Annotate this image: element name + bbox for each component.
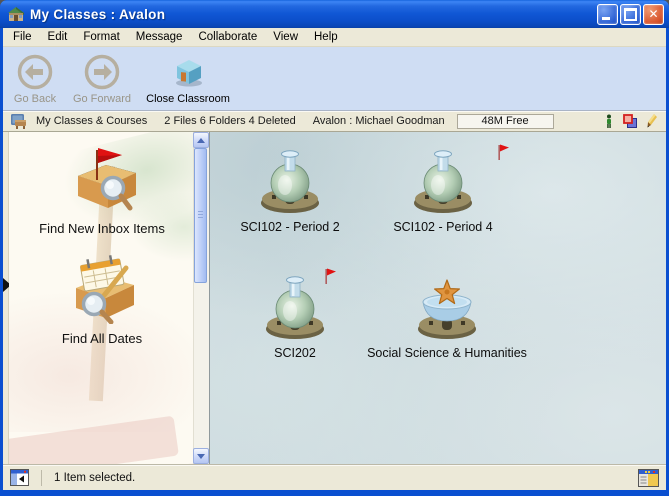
sidebar-pane: Find New Inbox Items bbox=[9, 132, 209, 464]
chevron-up-icon bbox=[197, 138, 205, 143]
bowl-starfish-classroom-icon bbox=[411, 272, 483, 340]
content-area: Find New Inbox Items bbox=[3, 132, 666, 464]
app-window: My Classes : Avalon File Edit Format Mes… bbox=[0, 0, 669, 496]
go-forward-label: Go Forward bbox=[73, 93, 131, 105]
sidebar-item-label: Find All Dates bbox=[11, 331, 193, 346]
class-item-sci102-period-4[interactable]: SCI102 - Period 4 bbox=[368, 146, 518, 234]
info-bar: My Classes & Courses 2 Files 6 Folders 4… bbox=[3, 111, 666, 132]
menu-message[interactable]: Message bbox=[128, 29, 191, 45]
go-back-label: Go Back bbox=[14, 93, 56, 105]
inbox-search-icon bbox=[56, 144, 148, 214]
sidebar-item-find-new-inbox-items[interactable]: Find New Inbox Items bbox=[11, 144, 193, 236]
close-classroom-button[interactable]: Close Classroom bbox=[140, 50, 236, 106]
maximize-button[interactable] bbox=[620, 4, 641, 25]
status-bar: 1 Item selected. bbox=[3, 464, 666, 490]
menu-collaborate[interactable]: Collaborate bbox=[190, 29, 265, 45]
classroom-building-icon bbox=[170, 51, 206, 93]
classroom-desk-icon bbox=[10, 114, 29, 129]
class-item-sci102-period-2[interactable]: SCI102 - Period 2 bbox=[215, 146, 365, 234]
title-bar: My Classes : Avalon bbox=[0, 0, 669, 28]
flask-classroom-icon bbox=[259, 272, 331, 340]
menu-edit[interactable]: Edit bbox=[40, 29, 76, 45]
statusbar-divider bbox=[41, 470, 42, 486]
go-forward-button[interactable]: Go Forward bbox=[64, 50, 140, 106]
menu-format[interactable]: Format bbox=[75, 29, 127, 45]
class-item-label: SCI102 - Period 4 bbox=[368, 220, 518, 234]
infobar-identity: Avalon : Michael Goodman bbox=[313, 115, 445, 127]
user-icon[interactable] bbox=[604, 114, 614, 129]
free-space-meter: 48M Free bbox=[457, 114, 554, 129]
class-item-label: Social Science & Humanities bbox=[347, 346, 547, 360]
sidebar-item-label: Find New Inbox Items bbox=[11, 221, 193, 236]
layout-view-icon[interactable] bbox=[638, 469, 659, 487]
flag-icon bbox=[497, 144, 510, 161]
flask-classroom-icon bbox=[407, 146, 479, 214]
infobar-counts: 2 Files 6 Folders 4 Deleted bbox=[164, 115, 295, 127]
infobar-location: My Classes & Courses bbox=[36, 115, 147, 127]
scrollbar-thumb[interactable] bbox=[194, 148, 207, 283]
free-space-label: 48M Free bbox=[482, 115, 529, 127]
close-button[interactable] bbox=[643, 4, 664, 25]
window-title: My Classes : Avalon bbox=[30, 7, 597, 22]
calendar-search-icon bbox=[56, 252, 148, 324]
class-item-social-science-humanities[interactable]: Social Science & Humanities bbox=[347, 272, 547, 360]
sidebar-scrollbar[interactable] bbox=[193, 132, 209, 464]
pencil-icon[interactable] bbox=[647, 114, 658, 129]
window-controls bbox=[597, 4, 664, 25]
statusbar-message: 1 Item selected. bbox=[54, 472, 135, 484]
scroll-up-button[interactable] bbox=[193, 132, 209, 148]
toggle-sidebar-icon[interactable] bbox=[10, 469, 29, 486]
flag-icon bbox=[324, 268, 337, 285]
class-item-label: SCI102 - Period 2 bbox=[215, 220, 365, 234]
chevron-down-icon bbox=[197, 454, 205, 459]
go-back-button[interactable]: Go Back bbox=[6, 50, 64, 106]
back-arrow-icon bbox=[16, 51, 54, 93]
minimize-button[interactable] bbox=[597, 4, 618, 25]
sidebar-item-find-all-dates[interactable]: Find All Dates bbox=[11, 252, 193, 346]
flask-classroom-icon bbox=[254, 146, 326, 214]
menu-help[interactable]: Help bbox=[306, 29, 346, 45]
menu-bar: File Edit Format Message Collaborate Vie… bbox=[3, 28, 666, 47]
menu-view[interactable]: View bbox=[265, 29, 306, 45]
toolbar: Go Back Go Forward bbox=[3, 47, 666, 111]
layers-icon[interactable] bbox=[623, 114, 638, 129]
app-schoolhouse-icon bbox=[6, 5, 26, 23]
forward-arrow-icon bbox=[83, 51, 121, 93]
scroll-down-button[interactable] bbox=[193, 448, 209, 464]
infobar-tools bbox=[604, 114, 658, 129]
close-classroom-label: Close Classroom bbox=[146, 93, 230, 105]
menu-file[interactable]: File bbox=[5, 29, 40, 45]
classes-panel: SCI102 - Period 2 bbox=[209, 132, 666, 464]
